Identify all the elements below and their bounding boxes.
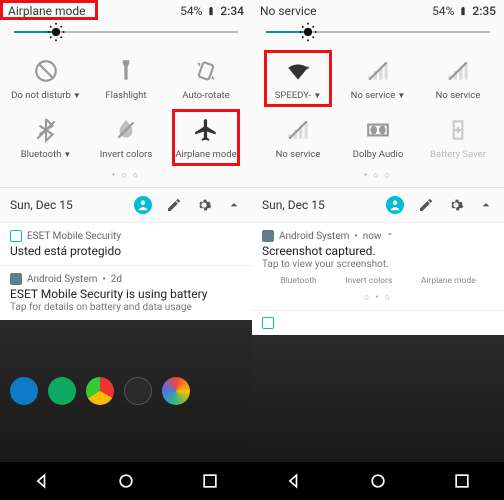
- app-messages-icon[interactable]: [48, 377, 76, 405]
- notif-screenshot[interactable]: Android System•now⌃ Screenshot captured.…: [252, 222, 504, 310]
- tile-invert-colors[interactable]: Invert colors: [86, 117, 166, 160]
- app-chrome-icon[interactable]: [86, 377, 114, 405]
- tile-flashlight[interactable]: Flashlight: [86, 58, 166, 101]
- user-icon[interactable]: [134, 196, 152, 214]
- do-not-disturb-icon: [33, 58, 59, 84]
- edit-icon[interactable]: [418, 197, 434, 213]
- auto-rotate-icon: [193, 58, 219, 84]
- nav-back-icon[interactable]: [284, 471, 304, 491]
- eset-app-icon: [262, 317, 274, 329]
- signal-icon: [365, 58, 391, 84]
- dolby-icon: [365, 117, 391, 143]
- status-right: 54% 2:34: [180, 4, 244, 18]
- nav-recent-icon[interactable]: [200, 471, 220, 491]
- gear-icon[interactable]: [196, 197, 212, 213]
- page-dots: • ○ ○: [0, 168, 252, 187]
- footer-date: Sun, Dec 15: [262, 198, 376, 212]
- mini-dots: ○ • ○: [262, 292, 494, 303]
- qs-footer: Sun, Dec 15: [0, 188, 252, 222]
- expand-icon[interactable]: [478, 197, 494, 213]
- brightness-slider[interactable]: [266, 22, 490, 42]
- brightness-slider-row: [252, 22, 504, 50]
- page-dots: • ○ ○: [252, 168, 504, 187]
- notif-eset[interactable]: ESET Mobile Security Usted está protegid…: [0, 222, 252, 265]
- nav-recent-icon[interactable]: [452, 471, 472, 491]
- tile-airplane-mode[interactable]: Airplane mode: [166, 117, 246, 160]
- phone-right: No service 54% 2:35 SPEEDY-▼ No service▼…: [252, 0, 504, 500]
- nav-back-icon[interactable]: [32, 471, 52, 491]
- collapse-icon[interactable]: ⌃: [387, 232, 394, 241]
- notif-android-system[interactable]: Android System•2d ESET Mobile Security i…: [0, 265, 252, 320]
- battery-icon: [206, 4, 216, 18]
- expand-icon[interactable]: [226, 197, 242, 213]
- app-unknown-icon[interactable]: [124, 377, 152, 405]
- tile-no-service-2[interactable]: No service: [418, 58, 498, 101]
- wifi-icon: [285, 58, 311, 84]
- phone-left: Airplane mode 54% 2:34 Do not disturb▼ F…: [0, 0, 252, 500]
- tile-do-not-disturb[interactable]: Do not disturb▼: [6, 58, 86, 101]
- android-system-icon: [10, 273, 22, 285]
- invert-colors-icon: [113, 117, 139, 143]
- app-phone-icon[interactable]: [10, 377, 38, 405]
- qs-footer: Sun, Dec 15: [252, 188, 504, 222]
- status-left-text: No service: [260, 4, 316, 18]
- flashlight-icon: [113, 58, 139, 84]
- signal-icon: [445, 58, 471, 84]
- tile-grid: Do not disturb▼ Flashlight Auto-rotate B…: [0, 50, 252, 168]
- tile-no-service-3[interactable]: No service: [258, 117, 338, 160]
- tile-auto-rotate[interactable]: Auto-rotate: [166, 58, 246, 101]
- app-row: [0, 320, 252, 462]
- battery-saver-icon: [445, 117, 471, 143]
- airplane-icon: [193, 117, 219, 143]
- tile-battery-saver[interactable]: Battery Saver: [418, 117, 498, 160]
- signal-icon: [285, 117, 311, 143]
- navbar: [252, 462, 504, 500]
- gear-icon[interactable]: [448, 197, 464, 213]
- status-bar: No service 54% 2:35: [252, 0, 504, 22]
- brightness-slider[interactable]: [14, 22, 238, 42]
- status-bar: Airplane mode 54% 2:34: [0, 0, 252, 22]
- brightness-slider-row: [0, 22, 252, 50]
- eset-app-icon: [10, 230, 22, 242]
- nav-home-icon[interactable]: [368, 471, 388, 491]
- screenshot-preview-tiles: Bluetooth Invert colors Airplane mode: [262, 270, 494, 292]
- footer-date: Sun, Dec 15: [10, 198, 124, 212]
- tile-grid: SPEEDY-▼ No service▼ No service No servi…: [252, 50, 504, 168]
- notif-collapsed[interactable]: [252, 310, 504, 335]
- user-icon[interactable]: [386, 196, 404, 214]
- status-left-text: Airplane mode: [8, 4, 85, 18]
- bluetooth-icon: [33, 117, 59, 143]
- brightness-icon: [298, 22, 318, 42]
- tile-bluetooth[interactable]: Bluetooth▼: [6, 117, 86, 160]
- edit-icon[interactable]: [166, 197, 182, 213]
- android-system-icon: [262, 230, 274, 242]
- status-right: 54% 2:35: [432, 4, 496, 18]
- navbar: [0, 462, 252, 500]
- tile-dolby[interactable]: Dolby Audio: [338, 117, 418, 160]
- tile-wifi[interactable]: SPEEDY-▼: [258, 58, 338, 101]
- nav-home-icon[interactable]: [116, 471, 136, 491]
- app-photos-icon[interactable]: [162, 377, 190, 405]
- brightness-icon: [46, 22, 66, 42]
- battery-icon: [458, 4, 468, 18]
- app-row: [252, 335, 504, 462]
- tile-no-service-1[interactable]: No service▼: [338, 58, 418, 101]
